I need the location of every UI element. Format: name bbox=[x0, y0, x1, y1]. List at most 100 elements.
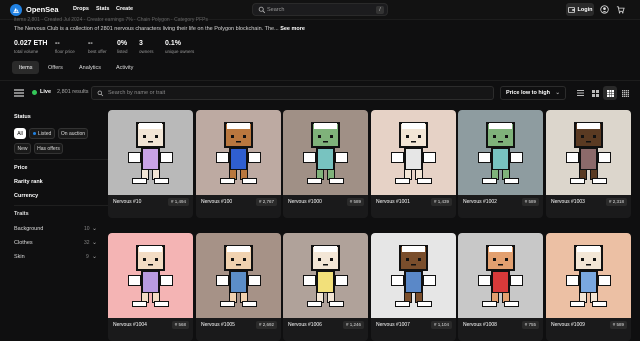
trait-background[interactable]: Background bbox=[14, 226, 43, 232]
nft-name[interactable]: Nervous #1007 bbox=[376, 322, 410, 328]
filter-price-header[interactable]: Price bbox=[14, 165, 27, 171]
sort-label: Price low to high bbox=[506, 90, 551, 96]
nav-create[interactable]: Create bbox=[116, 6, 133, 12]
nav-drops[interactable]: Drops bbox=[73, 6, 89, 12]
filter-toggle-icon[interactable] bbox=[14, 89, 24, 99]
wallet-icon bbox=[567, 6, 575, 13]
nft-card[interactable]: Nervous #1009 # 589 bbox=[546, 233, 631, 341]
items-search-input[interactable]: Search by name or trait bbox=[91, 86, 494, 100]
nft-card[interactable]: Nervous #1004 # 568 bbox=[108, 233, 193, 341]
grid-large-view-icon[interactable] bbox=[588, 86, 602, 100]
rarity-badge: # 1,104 bbox=[430, 321, 452, 329]
search-icon bbox=[258, 6, 266, 14]
stat-owners: 3 owners bbox=[139, 40, 154, 54]
nft-name[interactable]: Nervous #1002 bbox=[463, 199, 497, 205]
trait-skin[interactable]: Skin bbox=[14, 254, 25, 260]
chevron-down-icon[interactable]: ⌄ bbox=[92, 239, 97, 246]
filter-rarity-header[interactable]: Rarity rank bbox=[14, 179, 43, 185]
tab-items[interactable]: Items bbox=[12, 61, 40, 74]
global-search[interactable]: Search / bbox=[252, 3, 388, 16]
status-all-chip[interactable]: All bbox=[14, 128, 26, 139]
nft-image[interactable] bbox=[458, 233, 543, 318]
nft-image[interactable] bbox=[283, 110, 368, 195]
grid-small-view-icon[interactable] bbox=[618, 86, 632, 100]
nft-name[interactable]: Nervous #1003 bbox=[551, 199, 585, 205]
nft-card[interactable]: Nervous #10 # 1,494 bbox=[108, 110, 193, 218]
nft-image[interactable] bbox=[196, 110, 281, 195]
chevron-down-icon[interactable]: ⌄ bbox=[92, 225, 97, 232]
tab-offers[interactable]: Offers bbox=[41, 61, 70, 74]
nft-image[interactable] bbox=[546, 233, 631, 318]
nft-name[interactable]: Nervous #1005 bbox=[201, 322, 235, 328]
nft-image[interactable] bbox=[371, 233, 456, 318]
nft-image[interactable] bbox=[283, 233, 368, 318]
live-label: Live bbox=[40, 89, 52, 95]
nft-card[interactable]: Nervous #1005 # 2,692 bbox=[196, 233, 281, 341]
results-count: 2,801 results bbox=[57, 89, 89, 95]
status-has-offers-chip[interactable]: Has offers bbox=[34, 143, 63, 154]
nft-name[interactable]: Nervous #10 bbox=[113, 199, 141, 205]
nft-image[interactable] bbox=[196, 233, 281, 318]
nft-card[interactable]: Nervous #1008 # 755 bbox=[458, 233, 543, 341]
rarity-badge: # 589 bbox=[609, 321, 627, 329]
status-listed-chip[interactable]: Listed bbox=[29, 128, 55, 139]
list-view-icon[interactable] bbox=[573, 86, 587, 100]
stat-floor-price: -- floor price bbox=[55, 40, 75, 54]
nft-image[interactable] bbox=[371, 110, 456, 195]
tab-analytics[interactable]: Analytics bbox=[72, 61, 108, 74]
nft-card[interactable]: Nervous #1000 # 589 bbox=[283, 110, 368, 218]
rarity-badge: # 589 bbox=[521, 198, 539, 206]
opensea-logo-icon[interactable] bbox=[10, 4, 22, 16]
nft-card[interactable]: Nervous #1002 # 589 bbox=[458, 110, 543, 218]
stat-best-offer: -- best offer bbox=[88, 40, 107, 54]
brand-name[interactable]: OpenSea bbox=[26, 5, 59, 14]
status-on-auction-chip[interactable]: On auction bbox=[58, 128, 88, 139]
rarity-badge: # 568 bbox=[171, 321, 189, 329]
rarity-badge: # 2,692 bbox=[255, 321, 277, 329]
nft-name[interactable]: Nervous #1009 bbox=[551, 322, 585, 328]
stat-total-volume: 0.027 ETH total volume bbox=[14, 40, 48, 54]
login-button[interactable]: Login bbox=[566, 3, 594, 16]
nft-image[interactable] bbox=[108, 110, 193, 195]
see-more-link[interactable]: See more bbox=[280, 26, 305, 32]
rarity-badge: # 589 bbox=[346, 198, 364, 206]
nft-name[interactable]: Nervous #1004 bbox=[113, 322, 147, 328]
rarity-badge: # 2,767 bbox=[255, 198, 277, 206]
description-text: The Nervous Club is a collection of 2801… bbox=[14, 26, 279, 32]
rarity-badge: # 1,439 bbox=[430, 198, 452, 206]
rarity-badge: # 2,318 bbox=[605, 198, 627, 206]
filter-status-header[interactable]: Status bbox=[14, 114, 31, 120]
nft-image[interactable] bbox=[546, 110, 631, 195]
rarity-badge: # 1,494 bbox=[167, 198, 189, 206]
login-label: Login bbox=[577, 6, 593, 13]
nft-image[interactable] bbox=[458, 110, 543, 195]
nft-card[interactable]: Nervous #1001 # 1,439 bbox=[371, 110, 456, 218]
filter-currency-header[interactable]: Currency bbox=[14, 193, 38, 199]
profile-icon[interactable] bbox=[600, 5, 609, 14]
live-indicator-icon bbox=[32, 90, 37, 95]
nft-card[interactable]: Nervous #1006 # 1,246 bbox=[283, 233, 368, 341]
nft-name[interactable]: Nervous #1008 bbox=[463, 322, 497, 328]
trait-clothes-count: 32 bbox=[84, 240, 90, 246]
chevron-down-icon[interactable]: ⌄ bbox=[92, 253, 97, 260]
nft-name[interactable]: Nervous #1006 bbox=[288, 322, 322, 328]
nft-name[interactable]: Nervous #1000 bbox=[288, 199, 322, 205]
status-new-chip[interactable]: New bbox=[14, 143, 31, 154]
tab-activity[interactable]: Activity bbox=[109, 61, 140, 74]
grid-medium-view-icon[interactable] bbox=[603, 86, 617, 100]
nft-card[interactable]: Nervous #100 # 2,767 bbox=[196, 110, 281, 218]
nft-card[interactable]: Nervous #1003 # 2,318 bbox=[546, 110, 631, 218]
trait-clothes[interactable]: Clothes bbox=[14, 240, 33, 246]
nft-image[interactable] bbox=[108, 233, 193, 318]
chevron-down-icon: ⌄ bbox=[555, 90, 560, 96]
cart-icon[interactable] bbox=[616, 5, 625, 14]
collection-meta-line: items 2,801 · Created Jul 2024 · Creator… bbox=[14, 17, 208, 23]
nft-card[interactable]: Nervous #1007 # 1,104 bbox=[371, 233, 456, 341]
traits-header: Traits bbox=[14, 211, 29, 217]
nft-name[interactable]: Nervous #1001 bbox=[376, 199, 410, 205]
sort-select[interactable]: Price low to high ⌄ bbox=[500, 86, 566, 100]
nav-stats[interactable]: Stats bbox=[96, 6, 109, 12]
stat-unique-owners: 0.1% unique owners bbox=[165, 40, 195, 54]
items-search-placeholder: Search by name or trait bbox=[108, 90, 166, 96]
nft-name[interactable]: Nervous #100 bbox=[201, 199, 232, 205]
